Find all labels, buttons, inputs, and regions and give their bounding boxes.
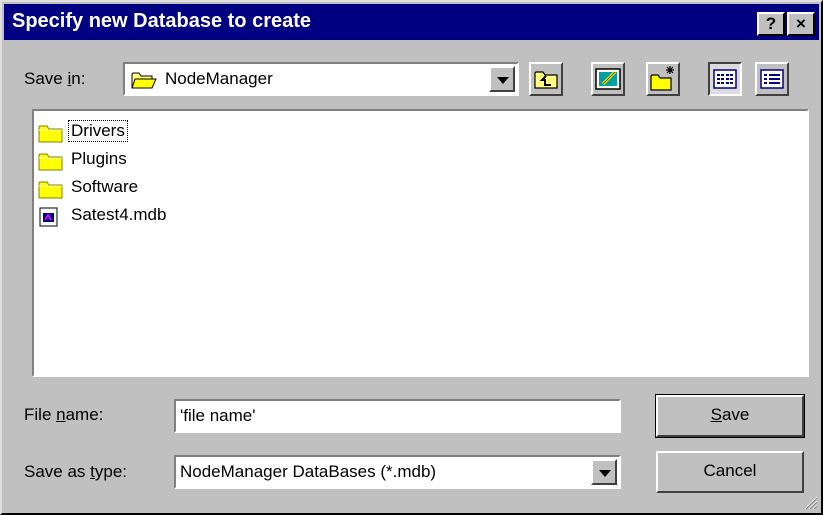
save-as-type-dropdown-button[interactable] xyxy=(591,459,617,485)
help-button[interactable]: ? xyxy=(757,12,785,36)
save-in-label: Save in: xyxy=(24,69,86,88)
save-in-dropdown-button[interactable] xyxy=(489,66,515,92)
resize-grip-icon[interactable] xyxy=(802,494,818,510)
details-view-button[interactable] xyxy=(755,62,789,96)
dialog-title: Specify new Database to create xyxy=(12,10,312,32)
save-in-value: NodeManager xyxy=(165,69,273,88)
up-one-level-button[interactable] xyxy=(529,62,563,96)
list-item-label: Drivers xyxy=(68,120,128,142)
file-name-label: File name: xyxy=(24,405,104,424)
save-button[interactable]: Save xyxy=(655,394,805,438)
list-view-button[interactable] xyxy=(708,62,742,96)
database-file-icon xyxy=(39,207,58,227)
open-folder-icon xyxy=(131,72,157,89)
folder-icon xyxy=(38,125,63,143)
list-item-label: Plugins xyxy=(71,149,127,168)
desktop-icon xyxy=(595,68,621,90)
file-name-value: 'file name' xyxy=(180,406,256,425)
save-dialog: Specify new Database to create ? × Save … xyxy=(0,0,823,515)
chevron-down-icon xyxy=(497,77,509,84)
list-view-icon xyxy=(713,69,737,89)
file-list[interactable]: Drivers Plugins Software Satest4.mdb xyxy=(32,109,809,377)
chevron-down-icon xyxy=(599,470,611,477)
list-item-label: Satest4.mdb xyxy=(71,205,167,224)
folder-icon xyxy=(38,153,63,171)
details-view-icon xyxy=(760,69,784,89)
cancel-button[interactable]: Cancel xyxy=(656,451,804,493)
save-in-dropdown[interactable]: NodeManager xyxy=(123,62,519,96)
create-new-folder-button[interactable] xyxy=(646,62,680,96)
up-one-level-icon xyxy=(534,71,558,89)
desktop-button[interactable] xyxy=(591,62,625,96)
close-button[interactable]: × xyxy=(787,12,815,36)
title-bar[interactable]: Specify new Database to create ? × xyxy=(4,4,819,40)
save-as-type-value: NodeManager DataBases (*.mdb) xyxy=(180,462,437,481)
folder-icon xyxy=(38,181,63,199)
list-item-label: Software xyxy=(71,177,139,196)
save-as-type-label: Save as type: xyxy=(24,462,128,481)
save-as-type-dropdown[interactable]: NodeManager DataBases (*.mdb) xyxy=(174,455,621,489)
file-name-input[interactable]: 'file name' xyxy=(174,399,621,433)
create-new-folder-icon xyxy=(650,66,674,91)
